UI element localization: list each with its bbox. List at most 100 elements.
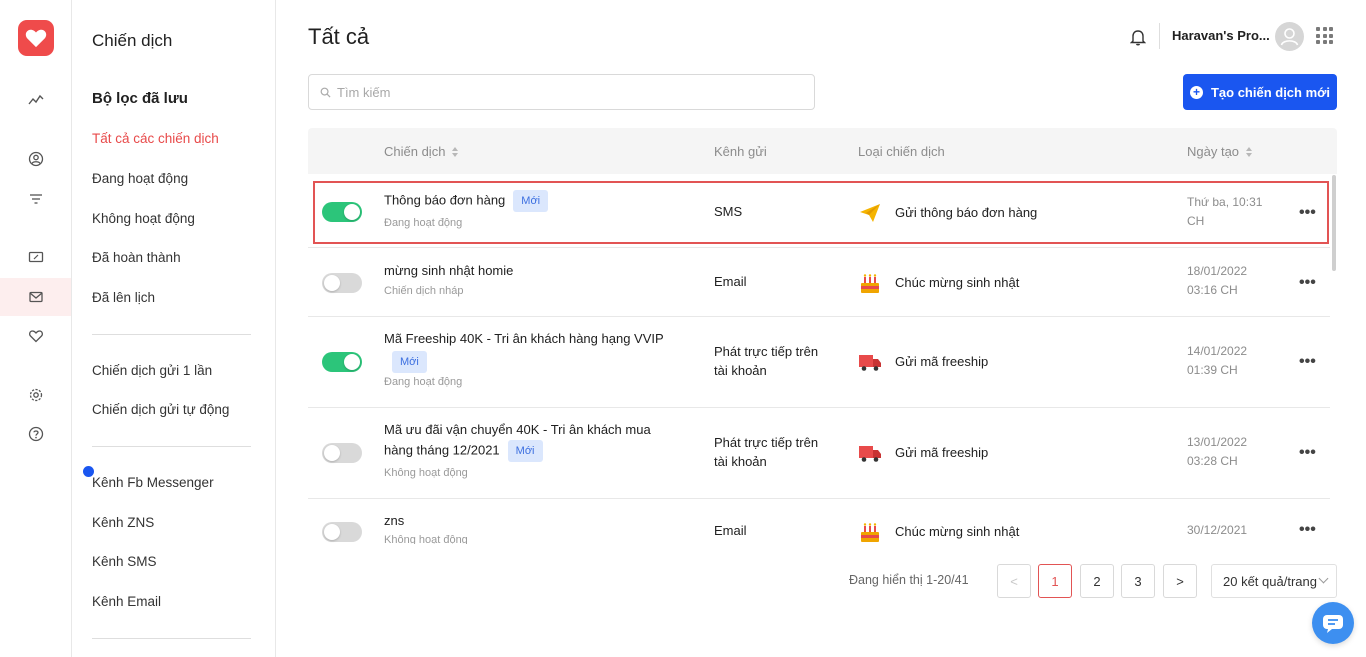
campaign-channel: SMS bbox=[714, 204, 743, 219]
date-line: 18/01/2022 bbox=[1187, 264, 1248, 278]
apps-grid-icon[interactable] bbox=[1316, 27, 1333, 44]
created-date: 18/01/2022 03:16 CH bbox=[1187, 262, 1277, 300]
store-name[interactable]: Haravan's Pro... bbox=[1172, 28, 1270, 43]
scrollbar[interactable] bbox=[1332, 175, 1336, 271]
campaign-toggle[interactable] bbox=[322, 202, 362, 222]
new-badge: Mới bbox=[392, 351, 427, 373]
campaign-toggle[interactable] bbox=[322, 273, 362, 293]
sidebar-item-one-time[interactable]: Chiến dịch gửi 1 lần bbox=[92, 363, 212, 378]
next-page-button[interactable]: > bbox=[1163, 564, 1197, 598]
campaign-channel: Email bbox=[714, 274, 747, 289]
table-body: Thông báo đơn hàng Mới Đang hoạt động SMS… bbox=[308, 174, 1330, 544]
campaign-name[interactable]: Mã Freeship 40K - Tri ân khách hàng hạng… bbox=[384, 329, 674, 373]
coupon-icon[interactable] bbox=[0, 238, 71, 276]
sidebar-item-inactive[interactable]: Không hoạt động bbox=[92, 211, 195, 226]
saved-filters-heading: Bộ lọc đã lưu bbox=[92, 90, 188, 107]
campaign-name-text: zns bbox=[384, 513, 405, 528]
time-line: 01:39 CH bbox=[1187, 363, 1238, 377]
campaign-toggle[interactable] bbox=[322, 352, 362, 372]
campaign-name[interactable]: zns bbox=[384, 511, 684, 531]
page-button-3[interactable]: 3 bbox=[1121, 564, 1155, 598]
sidebar-item-automated[interactable]: Chiến dịch gửi tự động bbox=[92, 402, 229, 417]
avatar[interactable] bbox=[1275, 22, 1304, 51]
campaign-type: Chúc mừng sinh nhật bbox=[895, 524, 1020, 539]
created-date: 14/01/2022 01:39 CH bbox=[1187, 342, 1277, 380]
created-date: 30/12/2021 bbox=[1187, 521, 1277, 540]
icon-rail bbox=[0, 0, 72, 657]
filter-icon[interactable] bbox=[0, 180, 71, 218]
campaign-toggle[interactable] bbox=[322, 443, 362, 463]
campaign-name[interactable]: Thông báo đơn hàng Mới bbox=[384, 190, 684, 212]
more-options-icon[interactable]: ••• bbox=[1299, 353, 1316, 371]
mail-icon[interactable] bbox=[0, 278, 71, 316]
delivery-truck-icon bbox=[859, 355, 881, 371]
sort-icon[interactable] bbox=[1246, 146, 1253, 157]
date-line: 13/01/2022 bbox=[1187, 435, 1248, 449]
table-row[interactable]: Mã ưu đãi vận chuyển 40K - Tri ân khách … bbox=[308, 409, 1330, 499]
sidebar-item-completed[interactable]: Đã hoàn thành bbox=[92, 250, 181, 265]
campaign-status: Không hoạt động bbox=[384, 467, 468, 479]
date-line: 14/01/2022 bbox=[1187, 344, 1248, 358]
sidebar-item-scheduled[interactable]: Đã lên lịch bbox=[92, 290, 155, 305]
more-options-icon[interactable]: ••• bbox=[1299, 204, 1316, 222]
campaign-status: Không hoạt động bbox=[384, 534, 468, 544]
divider bbox=[1159, 23, 1160, 49]
column-campaign[interactable]: Chiến dịch bbox=[384, 144, 459, 159]
campaign-type: Gửi thông báo đơn hàng bbox=[895, 205, 1038, 220]
divider bbox=[92, 638, 251, 639]
campaign-name-text: Mã Freeship 40K - Tri ân khách hàng hạng… bbox=[384, 331, 664, 346]
campaign-toggle[interactable] bbox=[322, 522, 362, 542]
table-row[interactable]: Thông báo đơn hàng Mới Đang hoạt động SMS… bbox=[308, 174, 1330, 248]
divider bbox=[92, 446, 251, 447]
campaign-type: Gửi mã freeship bbox=[895, 445, 989, 460]
more-options-icon[interactable]: ••• bbox=[1299, 444, 1316, 462]
more-options-icon[interactable]: ••• bbox=[1299, 521, 1316, 539]
birthday-cake-icon bbox=[861, 523, 879, 542]
new-badge: Mới bbox=[507, 440, 543, 462]
campaign-channel: Phát trực tiếp trên tài khoản bbox=[714, 435, 819, 469]
page-button-2[interactable]: 2 bbox=[1080, 564, 1114, 598]
prev-page-button[interactable]: < bbox=[997, 564, 1031, 598]
heart-icon[interactable] bbox=[0, 317, 71, 355]
table-row[interactable]: Mã Freeship 40K - Tri ân khách hàng hạng… bbox=[308, 318, 1330, 408]
analytics-icon[interactable] bbox=[0, 81, 71, 119]
column-label: Ngày tạo bbox=[1187, 144, 1240, 159]
column-channel: Kênh gửi bbox=[714, 144, 767, 159]
bell-icon[interactable] bbox=[1130, 28, 1146, 46]
campaign-type: Chúc mừng sinh nhật bbox=[895, 275, 1020, 290]
sidebar-item-all-campaigns[interactable]: Tất cả các chiến dịch bbox=[92, 131, 219, 146]
search-box[interactable] bbox=[308, 74, 815, 110]
page-button-1[interactable]: 1 bbox=[1038, 564, 1072, 598]
new-badge: Mới bbox=[513, 190, 549, 212]
chat-support-icon[interactable] bbox=[1312, 602, 1354, 644]
settings-gear-icon[interactable] bbox=[0, 376, 71, 414]
campaign-name[interactable]: mừng sinh nhật homie bbox=[384, 261, 684, 281]
created-date: 13/01/2022 03:28 CH bbox=[1187, 433, 1277, 471]
sidebar-item-email[interactable]: Kênh Email bbox=[92, 594, 161, 609]
create-campaign-button[interactable]: + Tạo chiến dịch mới bbox=[1183, 74, 1337, 110]
sidebar-item-zns[interactable]: Kênh ZNS bbox=[92, 515, 154, 530]
app-logo-heart-icon[interactable] bbox=[18, 20, 54, 56]
page-size-select[interactable]: 20 kết quả/trang bbox=[1211, 564, 1337, 598]
search-input[interactable] bbox=[337, 84, 797, 100]
campaign-type: Gửi mã freeship bbox=[895, 354, 989, 369]
delivery-truck-icon bbox=[859, 446, 881, 462]
column-label: Loại chiến dịch bbox=[858, 144, 945, 159]
column-label: Kênh gửi bbox=[714, 144, 767, 159]
campaign-status: Đang hoạt động bbox=[384, 217, 463, 229]
sort-icon[interactable] bbox=[452, 146, 459, 157]
help-icon[interactable] bbox=[0, 415, 71, 453]
campaign-channel: Email bbox=[714, 523, 747, 538]
pagination-info: Đang hiển thị 1-20/41 bbox=[849, 573, 969, 587]
sidebar-item-active[interactable]: Đang hoạt động bbox=[92, 171, 188, 186]
table-row[interactable]: zns Không hoạt động Email Chúc mừng sinh… bbox=[308, 500, 1330, 544]
more-options-icon[interactable]: ••• bbox=[1299, 274, 1316, 292]
campaign-name[interactable]: Mã ưu đãi vận chuyển 40K - Tri ân khách … bbox=[384, 420, 674, 462]
chevron-down-icon bbox=[1318, 573, 1329, 584]
sidebar-item-sms[interactable]: Kênh SMS bbox=[92, 554, 157, 569]
sidebar-item-fb-messenger[interactable]: Kênh Fb Messenger bbox=[92, 475, 214, 490]
user-circle-icon[interactable] bbox=[0, 140, 71, 178]
table-row[interactable]: mừng sinh nhật homie Chiến dịch nháp Ema… bbox=[308, 249, 1330, 317]
search-icon bbox=[320, 87, 331, 98]
column-created-date[interactable]: Ngày tạo bbox=[1187, 144, 1253, 159]
